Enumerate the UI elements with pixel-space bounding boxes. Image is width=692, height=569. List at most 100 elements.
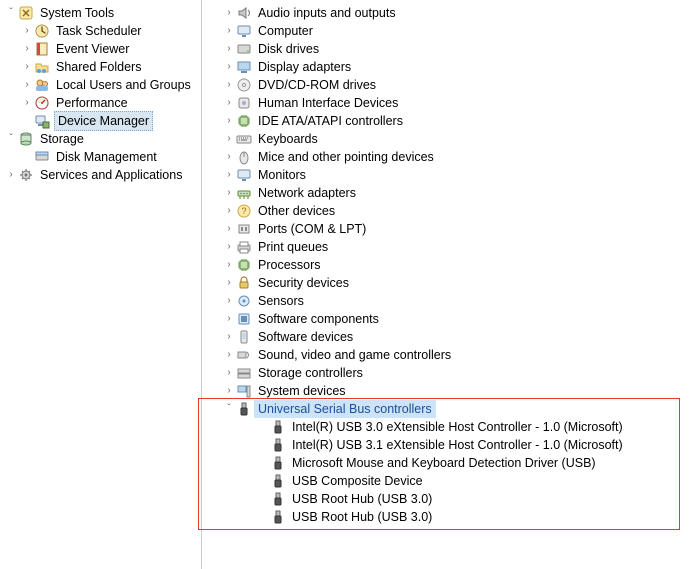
usb-device-row[interactable]: ·USB Composite Device — [202, 472, 692, 490]
chevron-right-icon[interactable]: › — [222, 40, 236, 58]
tree-label: Event Viewer — [52, 40, 129, 58]
chevron-right-icon[interactable]: › — [4, 166, 18, 184]
chevron-right-icon[interactable]: › — [20, 22, 34, 40]
category-network[interactable]: › Network adapters — [202, 184, 692, 202]
device-manager-tree[interactable]: › Audio inputs and outputs › Computer › … — [202, 0, 692, 569]
chevron-right-icon[interactable]: › — [20, 40, 34, 58]
category-label: Processors — [254, 256, 321, 274]
chevron-right-icon[interactable]: › — [222, 238, 236, 256]
category-computer[interactable]: › Computer — [202, 22, 692, 40]
category-mice[interactable]: › Mice and other pointing devices — [202, 148, 692, 166]
category-software-components[interactable]: › Software components — [202, 310, 692, 328]
chevron-right-icon[interactable]: › — [222, 202, 236, 220]
usb-icon — [236, 401, 252, 417]
category-sound[interactable]: › Sound, video and game controllers — [202, 346, 692, 364]
sensor-icon — [236, 293, 252, 309]
category-label: Other devices — [254, 202, 335, 220]
tree-label: Performance — [52, 94, 128, 112]
chevron-right-icon[interactable]: › — [222, 76, 236, 94]
chevron-right-icon[interactable]: › — [222, 346, 236, 364]
tree-device-manager[interactable]: · Device Manager — [0, 112, 201, 130]
category-audio-io[interactable]: › Audio inputs and outputs — [202, 4, 692, 22]
category-label: Display adapters — [254, 58, 351, 76]
chevron-right-icon[interactable]: › — [222, 166, 236, 184]
tree-task-scheduler[interactable]: › Task Scheduler — [0, 22, 201, 40]
chevron-right-icon[interactable]: › — [20, 76, 34, 94]
category-ports[interactable]: › Ports (COM & LPT) — [202, 220, 692, 238]
chevron-right-icon[interactable]: › — [222, 310, 236, 328]
chevron-right-icon[interactable]: › — [222, 130, 236, 148]
tree-performance[interactable]: › Performance — [0, 94, 201, 112]
speaker-icon — [236, 5, 252, 21]
tree-label: Task Scheduler — [52, 22, 141, 40]
chevron-right-icon[interactable]: › — [222, 4, 236, 22]
usb-device-row[interactable]: ·Intel(R) USB 3.0 eXtensible Host Contro… — [202, 418, 692, 436]
chevron-down-icon[interactable]: ˇ — [222, 400, 236, 418]
chevron-right-icon[interactable]: › — [222, 274, 236, 292]
device-manager-icon — [34, 113, 50, 129]
chevron-right-icon[interactable]: › — [222, 382, 236, 400]
category-keyboards[interactable]: › Keyboards — [202, 130, 692, 148]
category-processors[interactable]: › Processors — [202, 256, 692, 274]
tree-services-apps[interactable]: › Services and Applications — [0, 166, 201, 184]
category-disk-drives[interactable]: › Disk drives — [202, 40, 692, 58]
usb-icon — [270, 491, 286, 507]
software-component-icon — [236, 311, 252, 327]
usb-device-row[interactable]: ·USB Root Hub (USB 3.0) — [202, 490, 692, 508]
category-label: Software devices — [254, 328, 353, 346]
chevron-right-icon[interactable]: › — [222, 220, 236, 238]
printer-icon — [236, 239, 252, 255]
chevron-right-icon[interactable]: › — [20, 58, 34, 76]
category-usb[interactable]: ˇ Universal Serial Bus controllers — [202, 400, 692, 418]
category-monitors[interactable]: › Monitors — [202, 166, 692, 184]
chevron-right-icon[interactable]: › — [222, 148, 236, 166]
category-sensors[interactable]: › Sensors — [202, 292, 692, 310]
tree-local-users[interactable]: › Local Users and Groups — [0, 76, 201, 94]
category-dvd-cd[interactable]: › DVD/CD-ROM drives — [202, 76, 692, 94]
category-storage-controllers[interactable]: › Storage controllers — [202, 364, 692, 382]
usb-device-row[interactable]: ·Microsoft Mouse and Keyboard Detection … — [202, 454, 692, 472]
category-ide[interactable]: › IDE ATA/ATAPI controllers — [202, 112, 692, 130]
chevron-down-icon[interactable]: ˇ — [4, 130, 18, 148]
cpu-icon — [236, 257, 252, 273]
chevron-down-icon[interactable]: ˇ — [4, 4, 18, 22]
category-hid[interactable]: › Human Interface Devices — [202, 94, 692, 112]
tree-disk-management[interactable]: · Disk Management — [0, 148, 201, 166]
usb-icon — [270, 455, 286, 471]
category-label: System devices — [254, 382, 346, 400]
ide-controller-icon — [236, 113, 252, 129]
chevron-right-icon[interactable]: › — [20, 94, 34, 112]
tree-system-tools[interactable]: ˇ System Tools — [0, 4, 201, 22]
category-software-devices[interactable]: › Software devices — [202, 328, 692, 346]
tree-storage[interactable]: ˇ Storage — [0, 130, 201, 148]
tree-event-viewer[interactable]: › Event Viewer — [0, 40, 201, 58]
category-system-devices[interactable]: › System devices — [202, 382, 692, 400]
tree-label: System Tools — [36, 4, 114, 22]
usb-device-row[interactable]: ·Intel(R) USB 3.1 eXtensible Host Contro… — [202, 436, 692, 454]
category-print-queues[interactable]: › Print queues — [202, 238, 692, 256]
storage-icon — [18, 131, 34, 147]
usb-device-row[interactable]: ·USB Root Hub (USB 3.0) — [202, 508, 692, 526]
chevron-right-icon[interactable]: › — [222, 94, 236, 112]
category-security[interactable]: › Security devices — [202, 274, 692, 292]
chevron-right-icon[interactable]: › — [222, 58, 236, 76]
category-label: Security devices — [254, 274, 349, 292]
system-device-icon — [236, 383, 252, 399]
mmc-tree[interactable]: ˇ System Tools › Task Scheduler › Event … — [0, 0, 202, 569]
chevron-right-icon[interactable]: › — [222, 328, 236, 346]
chevron-right-icon[interactable]: › — [222, 184, 236, 202]
category-label: Universal Serial Bus controllers — [254, 400, 436, 418]
storage-controller-icon — [236, 365, 252, 381]
network-adapter-icon — [236, 185, 252, 201]
device-label: USB Root Hub (USB 3.0) — [288, 490, 432, 508]
category-other[interactable]: › Other devices — [202, 202, 692, 220]
chevron-right-icon[interactable]: › — [222, 22, 236, 40]
clock-icon — [34, 23, 50, 39]
chevron-right-icon[interactable]: › — [222, 256, 236, 274]
chevron-right-icon[interactable]: › — [222, 292, 236, 310]
category-display-adapters[interactable]: › Display adapters — [202, 58, 692, 76]
chevron-right-icon[interactable]: › — [222, 364, 236, 382]
tree-shared-folders[interactable]: › Shared Folders — [0, 58, 201, 76]
chevron-right-icon[interactable]: › — [222, 112, 236, 130]
lock-icon — [236, 275, 252, 291]
